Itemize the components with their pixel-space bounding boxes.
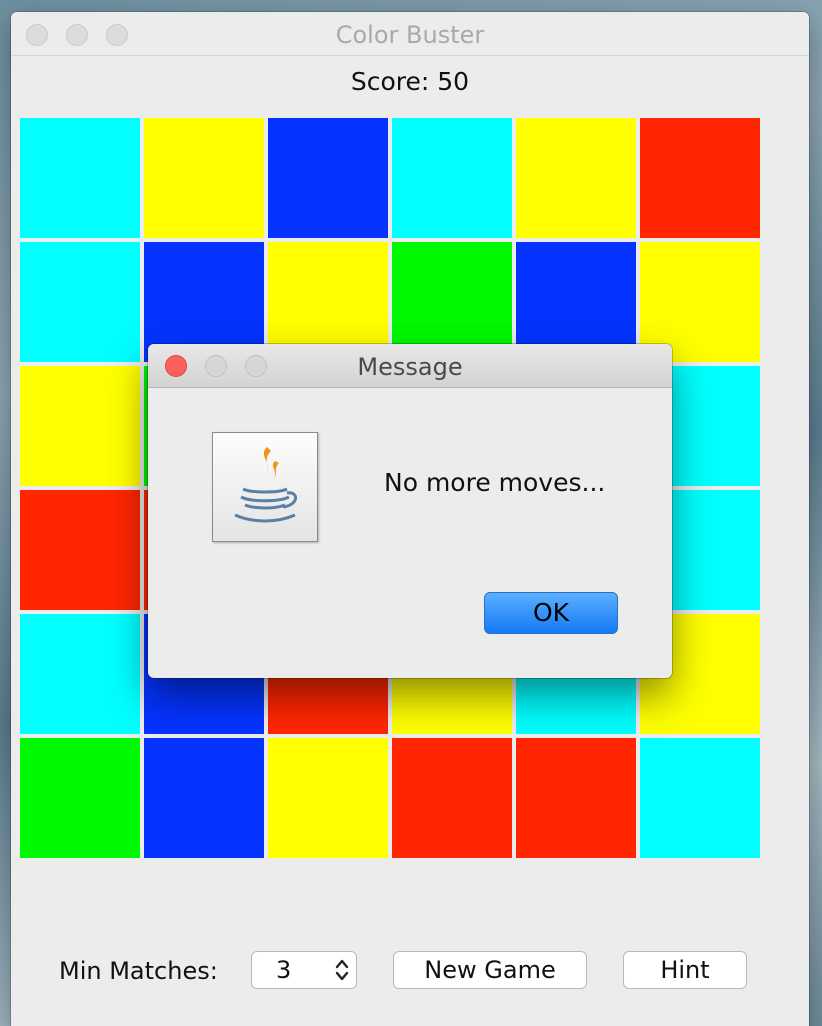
min-matches-spinner[interactable]: 3 xyxy=(251,951,357,989)
tile-cyan[interactable] xyxy=(20,614,140,734)
title-bar: Color Buster xyxy=(11,12,809,56)
tile-green[interactable] xyxy=(20,738,140,858)
tile-cyan[interactable] xyxy=(392,118,512,238)
ok-button[interactable]: OK xyxy=(484,592,618,634)
tile-cyan[interactable] xyxy=(20,118,140,238)
dialog-title: Message xyxy=(357,353,463,381)
tile-red[interactable] xyxy=(516,738,636,858)
score-label: Score: 50 xyxy=(350,67,470,96)
java-coffee-cup-icon xyxy=(212,432,318,542)
new-game-button[interactable]: New Game xyxy=(393,951,587,989)
tile-red[interactable] xyxy=(392,738,512,858)
dialog-message: No more moves... xyxy=(384,468,606,497)
tile-red[interactable] xyxy=(20,490,140,610)
min-matches-value: 3 xyxy=(276,956,292,984)
min-matches-label: Min Matches: xyxy=(59,957,218,985)
hint-button[interactable]: Hint xyxy=(623,951,747,989)
window-title: Color Buster xyxy=(335,21,485,49)
up-down-chevron-icon[interactable] xyxy=(334,956,350,984)
tile-blue[interactable] xyxy=(144,738,264,858)
tile-yellow[interactable] xyxy=(144,118,264,238)
tile-yellow[interactable] xyxy=(20,366,140,486)
tile-red[interactable] xyxy=(640,118,760,238)
tile-cyan[interactable] xyxy=(640,738,760,858)
message-dialog: Message No more moves... OK xyxy=(148,344,672,678)
dialog-title-bar: Message xyxy=(148,344,672,388)
tile-yellow[interactable] xyxy=(268,738,388,858)
tile-blue[interactable] xyxy=(268,118,388,238)
tile-yellow[interactable] xyxy=(516,118,636,238)
tile-cyan[interactable] xyxy=(20,242,140,362)
